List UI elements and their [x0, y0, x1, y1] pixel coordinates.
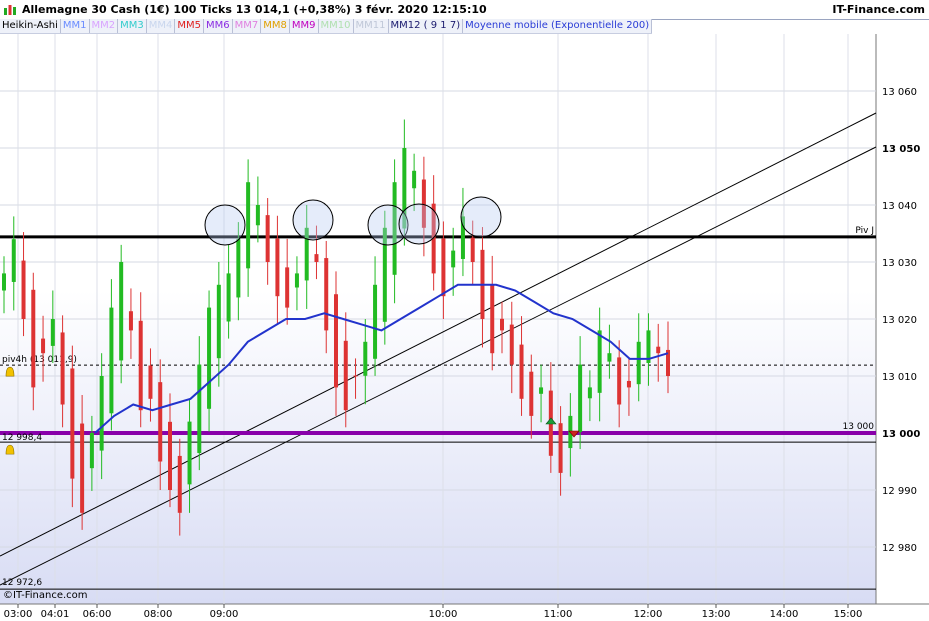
- x-tick-label: 06:00: [83, 609, 112, 620]
- candle-body: [216, 284, 221, 359]
- x-tick-label: 15:00: [834, 609, 863, 620]
- x-tick-label: 14:00: [770, 609, 799, 620]
- alert-bell-icon: [5, 444, 15, 455]
- x-tick-label: 10:00: [429, 609, 458, 620]
- level-label: 12 972,6: [2, 578, 42, 588]
- candle-body: [168, 421, 172, 490]
- candle-body: [412, 170, 417, 189]
- y-tick-label: 13 010: [882, 372, 917, 383]
- candle-body: [60, 332, 65, 405]
- candle-body: [353, 375, 358, 377]
- x-tick-label: 04:01: [41, 609, 70, 620]
- candle-body: [617, 357, 622, 405]
- candle-body: [578, 364, 583, 432]
- candle-body: [207, 307, 212, 409]
- candle-body: [31, 289, 36, 388]
- candle-body: [236, 239, 241, 298]
- candle-body: [490, 284, 495, 354]
- candle-body: [50, 319, 55, 346]
- x-tick-label: 12:00: [634, 609, 663, 620]
- candle-body: [11, 239, 16, 282]
- candle-body: [148, 365, 153, 399]
- candle-body: [539, 387, 544, 394]
- x-tick-label: 09:00: [210, 609, 239, 620]
- candle-body: [109, 307, 114, 414]
- candle-body: [21, 260, 26, 319]
- candle-body: [334, 294, 338, 388]
- y-tick-label: 13 000: [882, 429, 920, 440]
- x-tick-label: 11:00: [544, 609, 573, 620]
- candle-body: [314, 254, 319, 262]
- highlight-circle: [460, 196, 502, 238]
- candle-body: [441, 238, 446, 297]
- price-chart[interactable]: 13 060 13 050 13 040 13 030 13 020 13 010 13 0…: [0, 0, 929, 621]
- candle-body: [80, 423, 85, 513]
- candle-body: [373, 284, 378, 359]
- y-tick-label: 13 050: [882, 144, 920, 155]
- candle-body: [626, 380, 631, 388]
- candle-body: [158, 382, 163, 462]
- candle-body: [500, 318, 504, 331]
- candle-body: [343, 340, 348, 411]
- candle-body: [187, 421, 192, 485]
- candle-body: [275, 238, 280, 297]
- candle-body: [509, 324, 514, 365]
- x-tick-label: 13:00: [702, 609, 731, 620]
- candle-body: [519, 344, 524, 399]
- candle-body: [128, 311, 133, 331]
- candle-body: [363, 341, 368, 376]
- y-tick-label: 13 060: [882, 87, 917, 98]
- candle-body: [607, 353, 612, 362]
- candle-body: [2, 273, 6, 291]
- candle-body: [558, 423, 563, 473]
- candle-body: [285, 267, 290, 308]
- candle-body: [529, 371, 534, 416]
- candle-body: [177, 455, 182, 513]
- candle-body: [197, 364, 202, 453]
- level-label: piv4h (13 011,9): [2, 355, 77, 365]
- highlight-circle: [398, 203, 440, 245]
- candle-body: [294, 273, 299, 288]
- level-label: Piv J: [855, 226, 874, 236]
- candle-body: [587, 387, 592, 399]
- candle-body: [636, 341, 641, 385]
- candle-body: [656, 346, 661, 354]
- y-tick-label: 13 030: [882, 258, 917, 269]
- candle-body: [99, 376, 104, 451]
- x-tick-label: 08:00: [144, 609, 173, 620]
- y-tick-label: 13 040: [882, 201, 917, 212]
- x-tick-label: 03:00: [4, 609, 33, 620]
- candle-body: [70, 368, 75, 479]
- y-tick-label: 12 980: [882, 543, 917, 554]
- candle-body: [324, 258, 329, 331]
- candle-body: [451, 250, 456, 268]
- candle-body: [246, 182, 251, 269]
- candle-body: [138, 320, 143, 411]
- level-label: 12 998,4: [2, 433, 42, 443]
- highlight-circle: [292, 199, 334, 241]
- highlight-circle: [204, 204, 246, 246]
- level-label: 13 000: [843, 422, 875, 432]
- y-tick-label: 12 990: [882, 486, 917, 497]
- candle-body: [119, 262, 124, 361]
- alert-bell-icon: [5, 366, 15, 377]
- y-tick-label: 13 020: [882, 315, 917, 326]
- candle-body: [89, 433, 94, 469]
- candle-body: [597, 330, 602, 393]
- watermark: ©IT-Finance.com: [3, 590, 88, 601]
- candle-body: [265, 215, 270, 262]
- candle-body: [470, 237, 475, 262]
- candle-body: [41, 338, 46, 354]
- candle-body: [226, 273, 231, 322]
- candle-body: [255, 205, 260, 226]
